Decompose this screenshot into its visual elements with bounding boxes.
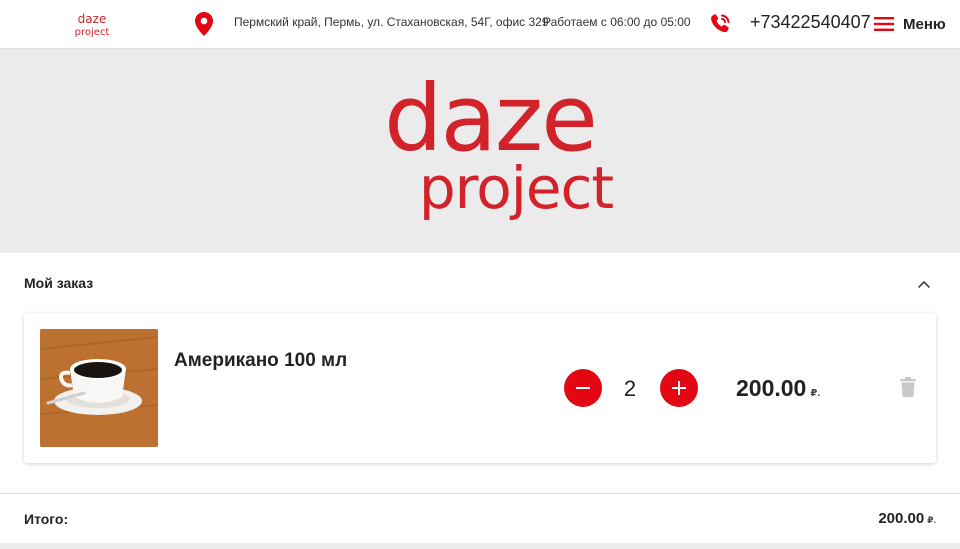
trash-icon[interactable] xyxy=(900,377,916,397)
total-amount: 200.00 ₽. xyxy=(878,510,936,527)
phone-icon[interactable] xyxy=(708,12,732,36)
item-price-currency: ₽. xyxy=(810,388,821,399)
header-address: Пермский край, Пермь, ул. Стахановская, … xyxy=(234,15,549,29)
location-pin-icon xyxy=(195,12,213,36)
coffee-image xyxy=(40,329,158,447)
total-divider xyxy=(0,493,960,494)
hero-logo-line2: project xyxy=(419,154,614,222)
hamburger-icon xyxy=(874,17,894,31)
order-item-card: Американо 100 мл 2 200.00 ₽. xyxy=(24,313,936,463)
hero-banner: daze project xyxy=(0,50,960,252)
quantity-increase-button[interactable] xyxy=(660,369,698,407)
item-name: Американо 100 мл xyxy=(174,350,348,371)
header-logo-line2: project xyxy=(75,27,110,38)
total-currency: ₽. xyxy=(927,515,936,525)
order-title: Мой заказ xyxy=(24,275,94,291)
header-logo-line1: daze xyxy=(78,12,107,26)
menu-label: Меню xyxy=(903,15,946,33)
hero-logo: daze project xyxy=(384,68,614,222)
total-amount-value: 200.00 xyxy=(878,510,925,527)
quantity-decrease-button[interactable] xyxy=(564,369,602,407)
site-header: daze project Пермский край, Пермь, ул. С… xyxy=(0,0,960,49)
header-logo[interactable]: daze project xyxy=(66,12,118,38)
quantity-value: 2 xyxy=(623,376,637,401)
total-label: Итого: xyxy=(24,511,69,527)
order-panel: Мой заказ Американо 100 мл 2 200.00 ₽. Ит… xyxy=(0,253,960,543)
item-price: 200.00 ₽. xyxy=(736,375,820,402)
header-working-hours: Работаем с 06:00 до 05:00 xyxy=(543,15,691,29)
header-phone-link[interactable]: +73422540407 xyxy=(750,12,871,33)
item-price-value: 200.00 xyxy=(736,375,807,401)
menu-button[interactable]: Меню xyxy=(874,12,946,36)
chevron-up-icon[interactable] xyxy=(914,275,934,293)
